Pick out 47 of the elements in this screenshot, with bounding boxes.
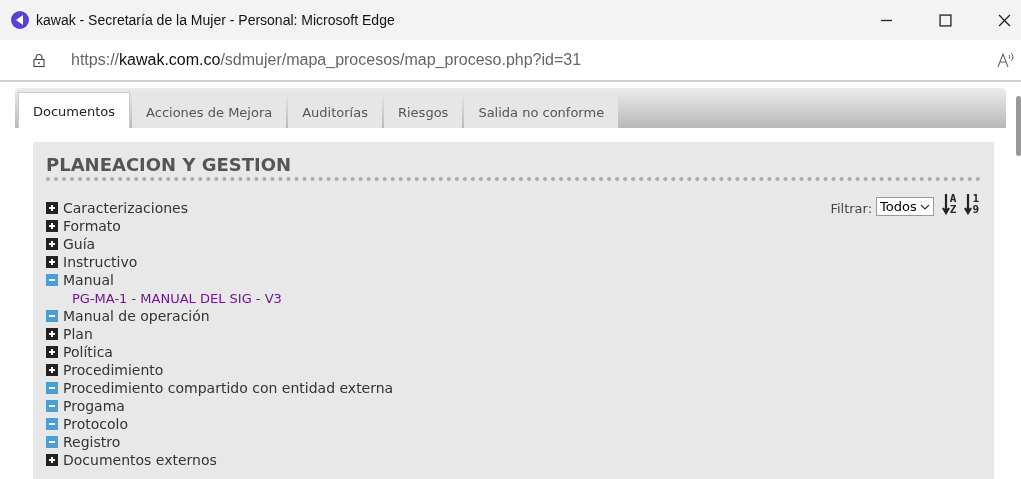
tree-item[interactable]: Guía (63, 236, 96, 252)
filter-label: Filtrar: (830, 201, 873, 216)
collapse-icon[interactable] (46, 274, 58, 286)
expand-icon[interactable] (46, 346, 58, 358)
expand-icon[interactable] (46, 256, 58, 268)
tree-item[interactable]: Instructivo (63, 254, 138, 270)
tree-item[interactable]: Formato (63, 218, 121, 234)
app-logo-icon (10, 10, 30, 30)
lock-icon (33, 52, 45, 68)
sort-button[interactable]: A Z (939, 193, 959, 215)
tree-item[interactable]: Plan (63, 326, 93, 342)
tab[interactable]: Auditorías (288, 96, 382, 128)
tree-item[interactable]: Manual (63, 272, 114, 288)
maximize-icon[interactable] (939, 13, 952, 27)
url-text[interactable]: https://kawak.com.co/sdmujer/mapa_procesos/map_proceso.php?id=31 (71, 51, 582, 69)
tab[interactable]: Riesgos (383, 96, 463, 128)
collapse-icon[interactable] (46, 418, 58, 430)
expand-icon[interactable] (46, 328, 58, 340)
section-title: PLANEACION Y GESTION (46, 154, 293, 175)
collapse-icon[interactable] (46, 436, 58, 448)
caret-icon (919, 203, 930, 210)
expand-icon[interactable] (46, 220, 58, 232)
tree-item[interactable]: Progama (63, 398, 125, 414)
collapse-icon[interactable] (46, 400, 58, 412)
tree-item[interactable]: Documentos externos (63, 452, 217, 468)
collapse-icon[interactable] (46, 310, 58, 322)
tab[interactable]: Documentos (18, 92, 131, 128)
filter-dropdown[interactable]: Todos (876, 197, 934, 216)
read-aloud-icon[interactable] (997, 52, 1015, 68)
expand-icon[interactable] (46, 364, 58, 376)
tree-item[interactable]: Protocolo (63, 416, 128, 432)
expand-icon[interactable] (46, 238, 58, 250)
tree-item[interactable]: Registro (63, 434, 121, 450)
expand-icon[interactable] (46, 202, 58, 214)
document-link[interactable]: PG-MA-1 - MANUAL DEL SIG - V3 (72, 290, 282, 306)
tab[interactable]: Salida no conforme (464, 96, 619, 128)
sort-button[interactable]: 1 9 (962, 193, 981, 215)
tree-item[interactable]: Política (63, 344, 113, 360)
window-title: kawak - Secretaría de la Mujer - Personal: Microsoft Edge (36, 12, 395, 28)
expand-icon[interactable] (46, 454, 58, 466)
collapse-icon[interactable] (46, 382, 58, 394)
tree-item[interactable]: Caracterizaciones (63, 200, 188, 216)
tree-item[interactable]: Manual de operación (63, 308, 210, 324)
close-icon[interactable] (998, 13, 1011, 27)
tree-item[interactable]: Procedimiento (63, 362, 164, 378)
tree-item[interactable]: Procedimiento compartido con entidad externa (63, 380, 394, 396)
tab[interactable]: Acciones de Mejora (132, 96, 287, 128)
